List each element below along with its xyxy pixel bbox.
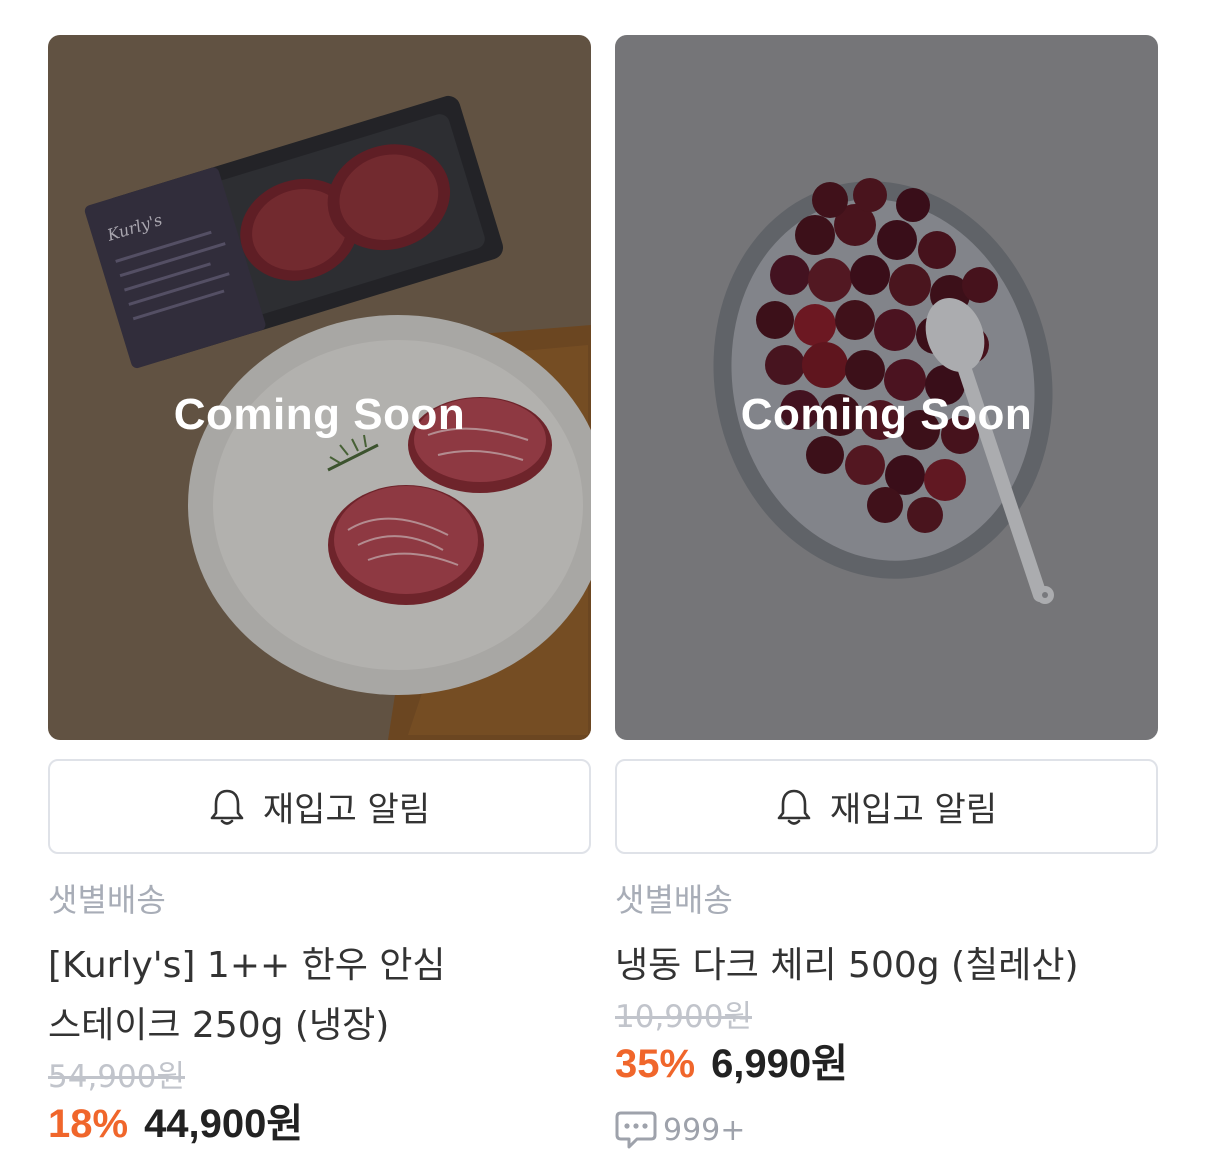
discount-rate: 18% — [48, 1102, 129, 1146]
delivery-type: 샛별배송 — [615, 881, 733, 919]
price-row: 35% 6,990원 — [615, 1040, 1158, 1088]
speech-bubble-icon — [615, 1111, 657, 1149]
coming-soon-label: Coming Soon — [740, 390, 1033, 439]
restock-alert-label: 재입고 알림 — [829, 790, 998, 830]
sale-price: 6,990원 — [711, 1042, 848, 1086]
product-grid: Kurly's Coming Soon 재입고 알림 샛별배송 [Kurly's… — [48, 35, 1158, 1150]
product-card[interactable]: Coming Soon 재입고 알림 샛별배송 냉동 다크 체리 500g (칠… — [615, 35, 1158, 1150]
product-image-beef-steak[interactable]: Kurly's Coming Soon — [48, 35, 591, 740]
coming-soon-label: Coming Soon — [173, 390, 466, 439]
discount-rate: 35% — [615, 1042, 696, 1086]
product-card[interactable]: Kurly's Coming Soon 재입고 알림 샛별배송 [Kurly's… — [48, 35, 591, 1150]
bell-icon — [210, 789, 244, 825]
product-name[interactable]: [Kurly's] 1++ 한우 안심 스테이크 250g (냉장) — [48, 936, 591, 1056]
original-price: 54,900원 — [48, 1059, 185, 1095]
bell-icon — [777, 789, 811, 825]
price-row: 18% 44,900원 — [48, 1100, 591, 1148]
review-count-label: 999+ — [663, 1112, 746, 1148]
restock-alert-button[interactable]: 재입고 알림 — [48, 759, 591, 854]
sold-out-overlay — [48, 35, 591, 740]
restock-alert-label: 재입고 알림 — [262, 790, 431, 830]
original-price: 10,900원 — [615, 999, 752, 1035]
product-name[interactable]: 냉동 다크 체리 500g (칠레산) — [615, 936, 1158, 996]
review-count[interactable]: 999+ — [615, 1110, 1158, 1150]
sold-out-overlay — [615, 35, 1158, 740]
delivery-type: 샛별배송 — [48, 881, 166, 919]
sale-price: 44,900원 — [144, 1102, 304, 1146]
restock-alert-button[interactable]: 재입고 알림 — [615, 759, 1158, 854]
product-image-dark-cherry[interactable]: Coming Soon — [615, 35, 1158, 740]
